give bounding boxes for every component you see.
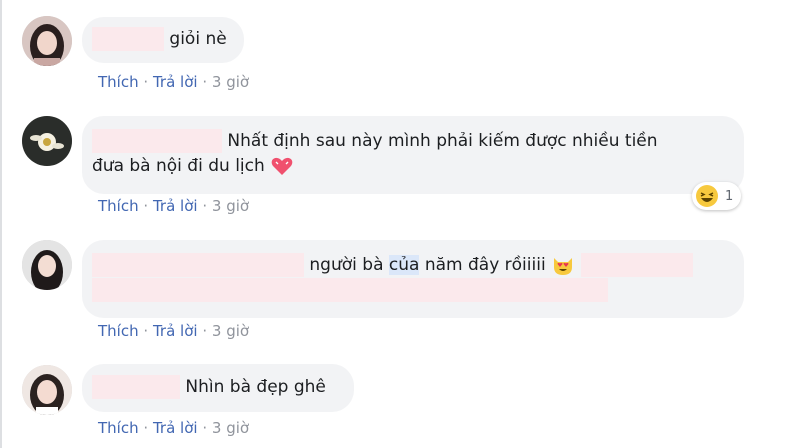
comment-text-line-2: đưa bà nội đi du lịch [92, 156, 265, 176]
like-link[interactable]: Thích [98, 197, 139, 215]
redacted-text [580, 253, 693, 277]
comment-actions: Thích · Trả lời · 3 giờ [98, 73, 249, 91]
comment-actions: Thích · Trả lời · 3 giờ [98, 197, 249, 215]
separator: · [143, 73, 149, 91]
comment-text: Nhìn bà đẹp ghê [185, 377, 326, 397]
comment-3: người bà của năm đây rồiiiii Thích · Trả… [0, 232, 800, 352]
avatar-photo [22, 16, 72, 66]
like-link[interactable]: Thích [98, 419, 139, 437]
comment-text-part-2: năm đây rồiiiii [419, 255, 546, 275]
avatar[interactable] [22, 16, 72, 66]
avatar-photo [22, 240, 72, 290]
avatar[interactable] [22, 116, 72, 166]
timestamp[interactable]: 3 giờ [212, 73, 249, 91]
comment-4: Nhìn bà đẹp ghê Thích · Trả lời · 3 giờ [0, 355, 800, 448]
reaction-summary[interactable]: 1 [692, 182, 742, 210]
comment-text-line-1: Nhất định sau này mình phải kiếm được nh… [227, 131, 658, 151]
comment-2: Nhất định sau này mình phải kiếm được nh… [0, 110, 800, 225]
redacted-text [92, 278, 608, 302]
separator: · [202, 197, 208, 215]
avatar-photo [22, 116, 72, 166]
comment-bubble: giỏi nè [82, 17, 244, 63]
timestamp[interactable]: 3 giờ [212, 419, 249, 437]
like-link[interactable]: Thích [98, 322, 139, 340]
timestamp[interactable]: 3 giờ [212, 322, 249, 340]
reply-link[interactable]: Trả lời [153, 419, 198, 437]
separator: · [143, 419, 149, 437]
redacted-name [92, 27, 164, 51]
separator: · [143, 322, 149, 340]
separator: · [202, 419, 208, 437]
comment-bubble: Nhìn bà đẹp ghê [82, 364, 354, 412]
comment-actions: Thích · Trả lời · 3 giờ [98, 322, 249, 340]
laughing-emoji-icon [695, 184, 719, 208]
separator: · [202, 322, 208, 340]
reply-link[interactable]: Trả lời [153, 73, 198, 91]
reaction-count: 1 [725, 188, 734, 204]
comment-1: giỏi nè Thích · Trả lời · 3 giờ [0, 0, 800, 100]
like-link[interactable]: Thích [98, 73, 139, 91]
comment-text-part-1: người bà [309, 255, 389, 275]
heart-emoji-icon [270, 154, 294, 178]
comment-text: giỏi nè [169, 29, 227, 49]
heart-eyes-cat-emoji-icon [551, 253, 575, 277]
avatar-photo [22, 365, 72, 415]
redacted-name [92, 253, 304, 277]
comment-bubble: Nhất định sau này mình phải kiếm được nh… [82, 116, 744, 194]
comment-text-highlight: của [388, 255, 420, 275]
reply-link[interactable]: Trả lời [153, 197, 198, 215]
comment-bubble: người bà của năm đây rồiiiii [82, 240, 744, 318]
avatar[interactable] [22, 240, 72, 290]
redacted-name [92, 129, 222, 153]
comment-actions: Thích · Trả lời · 3 giờ [98, 419, 249, 437]
avatar[interactable] [22, 365, 72, 415]
separator: · [143, 197, 149, 215]
timestamp[interactable]: 3 giờ [212, 197, 249, 215]
redacted-name [92, 375, 180, 399]
reply-link[interactable]: Trả lời [153, 322, 198, 340]
separator: · [202, 73, 208, 91]
